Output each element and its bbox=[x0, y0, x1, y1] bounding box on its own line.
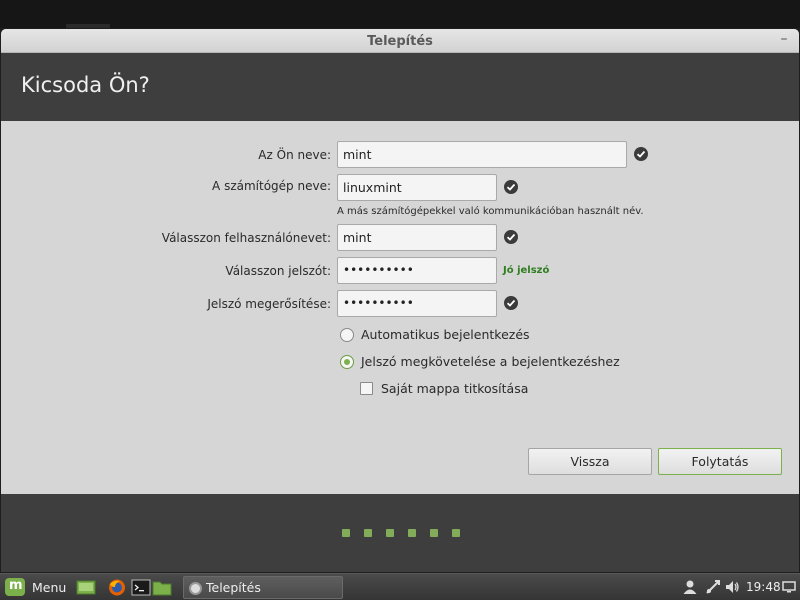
progress-step-dot bbox=[430, 529, 438, 537]
window-titlebar[interactable]: Telepítés – bbox=[1, 29, 799, 53]
encrypt-home-checkbox[interactable] bbox=[360, 382, 373, 395]
confirm-password-label: Jelszó megerősítése: bbox=[207, 297, 331, 311]
username-input[interactable]: mint bbox=[337, 224, 497, 251]
installer-window: Telepítés – Kicsoda Ön? Az Ön neve: mint… bbox=[1, 29, 799, 572]
computer-name-hint: A más számítógépekkel való kommunikációb… bbox=[337, 206, 644, 217]
name-valid-check-icon bbox=[634, 147, 648, 161]
username-valid-check-icon bbox=[504, 230, 518, 244]
page-title: Kicsoda Ön? bbox=[21, 73, 150, 97]
name-input[interactable]: mint bbox=[337, 141, 627, 168]
window-title: Telepítés bbox=[367, 34, 433, 49]
back-button[interactable]: Vissza bbox=[528, 448, 652, 475]
files-icon[interactable] bbox=[152, 578, 172, 597]
progress-step-dot bbox=[364, 529, 372, 537]
confirm-password-valid-check-icon bbox=[504, 296, 518, 310]
require-password-label[interactable]: Jelszó megkövetelése a bejelentkezéshez bbox=[361, 354, 620, 369]
password-input[interactable]: •••••••••• bbox=[337, 257, 497, 284]
desktop-shadow bbox=[66, 24, 110, 28]
progress-footer bbox=[1, 494, 799, 572]
installer-disc-icon bbox=[189, 582, 202, 595]
terminal-icon[interactable] bbox=[131, 578, 151, 597]
volume-icon[interactable] bbox=[724, 579, 740, 595]
auto-login-radio[interactable] bbox=[340, 328, 354, 342]
computer-name-valid-check-icon bbox=[504, 180, 518, 194]
confirm-password-input[interactable]: •••••••••• bbox=[337, 290, 497, 317]
progress-step-dot bbox=[452, 529, 460, 537]
network-icon[interactable] bbox=[705, 579, 721, 595]
name-label: Az Ön neve: bbox=[258, 148, 331, 162]
user-icon[interactable] bbox=[682, 579, 698, 595]
password-strength-text: Jó jelszó bbox=[503, 265, 550, 276]
clock[interactable]: 19:48 bbox=[746, 580, 781, 594]
encrypt-home-label[interactable]: Saját mappa titkosítása bbox=[381, 381, 528, 396]
taskbar: Menu Telepítés 19:48 bbox=[0, 573, 800, 600]
mint-menu-icon[interactable] bbox=[5, 578, 25, 596]
taskbar-window-label: Telepítés bbox=[206, 580, 261, 595]
show-desktop-icon[interactable] bbox=[76, 578, 96, 597]
auto-login-label[interactable]: Automatikus bejelentkezés bbox=[361, 327, 530, 342]
minimize-icon[interactable]: – bbox=[777, 32, 791, 47]
user-form: Az Ön neve: mint A számítógép neve: linu… bbox=[1, 121, 799, 494]
computer-name-label: A számítógép neve: bbox=[212, 179, 331, 193]
password-label: Válasszon jelszót: bbox=[225, 264, 331, 278]
firefox-icon[interactable] bbox=[107, 578, 127, 597]
taskbar-window-installer[interactable]: Telepítés bbox=[183, 576, 343, 599]
display-icon[interactable] bbox=[782, 579, 798, 595]
computer-name-input[interactable]: linuxmint bbox=[337, 174, 497, 201]
username-label: Válasszon felhasználónevet: bbox=[161, 231, 331, 245]
page-header: Kicsoda Ön? bbox=[1, 53, 799, 121]
desktop-background bbox=[0, 0, 800, 28]
continue-button[interactable]: Folytatás bbox=[658, 448, 782, 475]
progress-step-dot bbox=[342, 529, 350, 537]
progress-step-dot bbox=[386, 529, 394, 537]
menu-button-label[interactable]: Menu bbox=[32, 580, 66, 595]
require-password-radio[interactable] bbox=[340, 355, 354, 369]
progress-step-dot bbox=[408, 529, 416, 537]
